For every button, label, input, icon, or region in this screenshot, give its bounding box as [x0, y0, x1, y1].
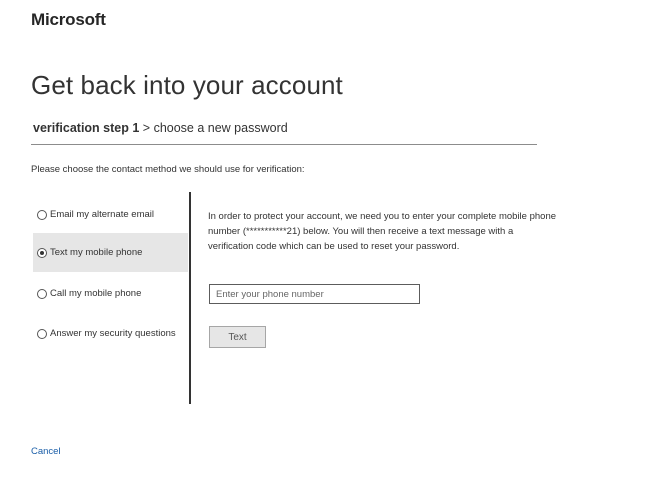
option-text-mobile[interactable]: Text my mobile phone	[33, 233, 188, 272]
cancel-link[interactable]: Cancel	[31, 446, 61, 457]
option-security-questions[interactable]: Answer my security questions	[33, 314, 188, 353]
microsoft-logo: Microsoft	[31, 10, 106, 29]
option-email-alternate[interactable]: Email my alternate email	[33, 195, 188, 234]
option-label: Email my alternate email	[50, 209, 155, 220]
radio-security-questions[interactable]	[37, 328, 47, 339]
radio-email-alternate[interactable]	[37, 209, 47, 220]
page-title: Get back into your account	[31, 70, 343, 100]
text-submit-button[interactable]: Text	[209, 326, 266, 348]
breadcrumb-current-step: verification step 1	[33, 121, 140, 135]
contact-method-list: Email my alternate email Text my mobile …	[33, 192, 189, 404]
breadcrumb-underline	[31, 144, 537, 145]
option-label: Answer my security questions	[50, 328, 176, 339]
radio-call-mobile[interactable]	[37, 288, 47, 299]
phone-number-input[interactable]	[209, 284, 420, 304]
contact-method-instruction: Please choose the contact method we shou…	[31, 164, 305, 175]
option-call-mobile[interactable]: Call my mobile phone	[33, 274, 188, 313]
radio-text-mobile[interactable]	[37, 247, 47, 258]
options-divider	[189, 192, 191, 404]
breadcrumb-next-step: choose a new password	[153, 121, 288, 135]
breadcrumb-separator: >	[142, 121, 151, 135]
verification-description: In order to protect your account, we nee…	[208, 211, 557, 252]
option-label: Call my mobile phone	[50, 288, 142, 299]
breadcrumb: verification step 1 > choose a new passw…	[33, 121, 288, 135]
option-label: Text my mobile phone	[50, 247, 143, 258]
